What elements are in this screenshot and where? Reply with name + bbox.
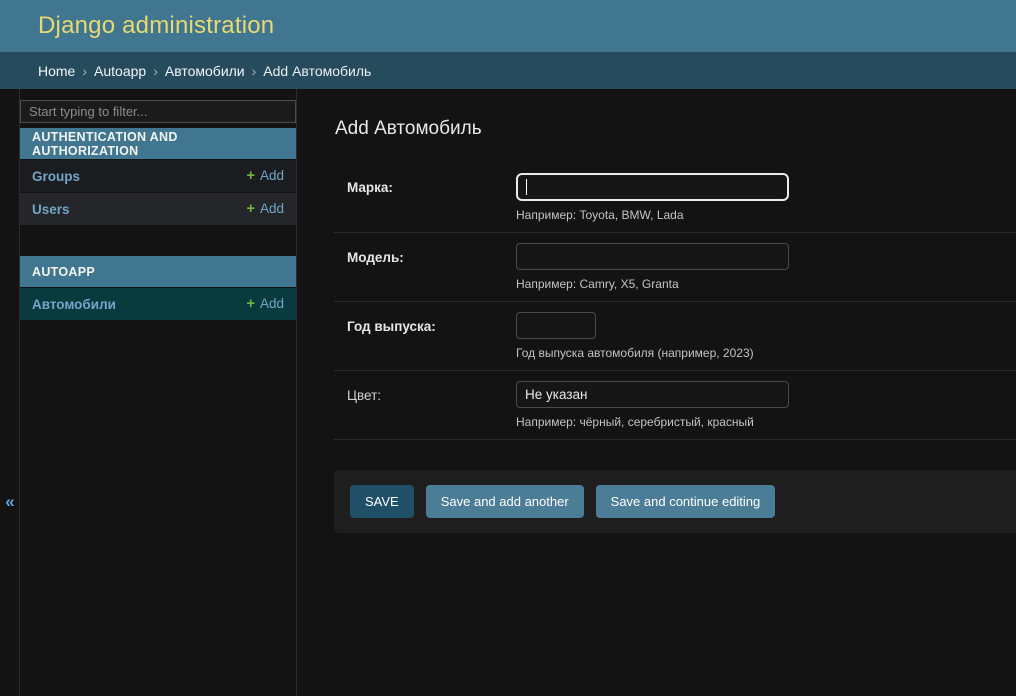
add-label: Add — [260, 201, 284, 216]
sidebar-item-users[interactable]: Users + Add — [20, 192, 296, 225]
add-label: Add — [260, 168, 284, 183]
site-title[interactable]: Django administration — [38, 12, 274, 40]
text-caret — [526, 179, 527, 195]
year-input[interactable] — [516, 312, 596, 339]
breadcrumb-current: Add Автомобиль — [263, 63, 371, 79]
form-row-marka: Марка: Например: Toyota, BMW, Lada — [334, 163, 1016, 233]
model-help-text: Например: Camry, X5, Granta — [516, 277, 1016, 291]
year-help-text: Год выпуска автомобиля (например, 2023) — [516, 346, 1016, 360]
add-plus-icon: + — [247, 296, 255, 312]
breadcrumb-separator: › — [82, 63, 87, 79]
marka-label: Марка: — [347, 173, 516, 195]
add-plus-icon: + — [247, 201, 255, 217]
save-and-continue-editing-button[interactable]: Save and continue editing — [596, 485, 776, 518]
breadcrumb-avtomobili[interactable]: Автомобили — [165, 63, 245, 79]
groups-link[interactable]: Groups — [32, 169, 80, 184]
change-form: Марка: Например: Toyota, BMW, Lada Модел… — [297, 163, 1016, 533]
add-plus-icon: + — [247, 168, 255, 184]
breadcrumb-separator: › — [252, 63, 257, 79]
sidebar-module-autoapp: AUTOAPP Автомобили + Add — [20, 256, 296, 320]
form-row-model: Модель: Например: Camry, X5, Granta — [334, 233, 1016, 302]
sidebar-item-groups[interactable]: Groups + Add — [20, 159, 296, 192]
sidebar-toggle-column: « — [0, 89, 20, 696]
users-link[interactable]: Users — [32, 202, 70, 217]
avtomobili-link[interactable]: Автомобили — [32, 297, 116, 312]
breadcrumb-separator: › — [153, 63, 158, 79]
add-users-link[interactable]: + Add — [247, 201, 285, 217]
marka-input[interactable] — [516, 173, 789, 201]
save-and-add-another-button[interactable]: Save and add another — [426, 485, 584, 518]
main-content: Add Автомобиль Марка: Например: Toyota, … — [297, 89, 1016, 696]
nav-sidebar: AUTHENTICATION AND AUTHORIZATION Groups … — [20, 89, 297, 696]
breadcrumb: Home › Autoapp › Автомобили › Add Автомо… — [0, 52, 1016, 89]
sidebar-filter-input[interactable] — [20, 100, 296, 123]
header: Django administration — [0, 0, 1016, 52]
breadcrumb-autoapp[interactable]: Autoapp — [94, 63, 146, 79]
submit-row: SAVE Save and add another Save and conti… — [334, 470, 1016, 533]
module-caption-autoapp: AUTOAPP — [20, 256, 296, 287]
add-label: Add — [260, 296, 284, 311]
add-groups-link[interactable]: + Add — [247, 168, 285, 184]
marka-help-text: Например: Toyota, BMW, Lada — [516, 208, 1016, 222]
django-admin-page: Django administration Home › Autoapp › А… — [0, 0, 1016, 696]
form-row-year: Год выпуска: Год выпуска автомобиля (нап… — [334, 302, 1016, 371]
color-input[interactable] — [516, 381, 789, 408]
sidebar-module-auth: AUTHENTICATION AND AUTHORIZATION Groups … — [20, 128, 296, 225]
collapse-sidebar-icon[interactable]: « — [0, 490, 20, 514]
content-area: « AUTHENTICATION AND AUTHORIZATION Group… — [0, 89, 1016, 696]
form-row-color: Цвет: Например: чёрный, серебристый, кра… — [334, 371, 1016, 440]
module-caption-auth: AUTHENTICATION AND AUTHORIZATION — [20, 128, 296, 159]
year-label: Год выпуска: — [347, 312, 516, 334]
save-button[interactable]: SAVE — [350, 485, 414, 518]
model-label: Модель: — [347, 243, 516, 265]
sidebar-item-avtomobili[interactable]: Автомобили + Add — [20, 287, 296, 320]
page-title: Add Автомобиль — [335, 118, 1016, 140]
color-help-text: Например: чёрный, серебристый, красный — [516, 415, 1016, 429]
add-avtomobili-link[interactable]: + Add — [247, 296, 285, 312]
color-label: Цвет: — [347, 381, 516, 403]
model-input[interactable] — [516, 243, 789, 270]
breadcrumb-home[interactable]: Home — [38, 63, 75, 79]
